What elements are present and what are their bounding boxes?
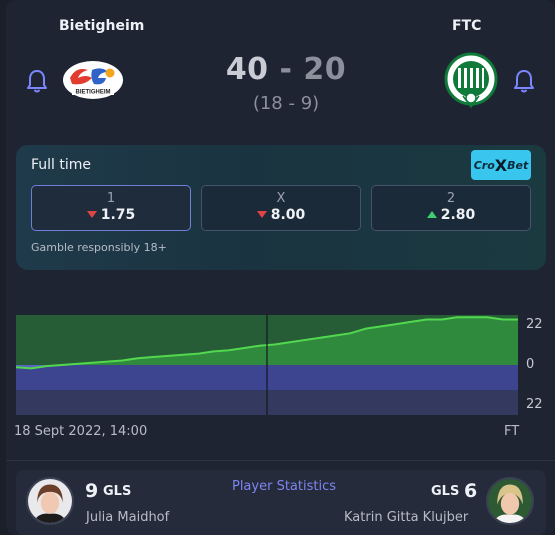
trend-down-icon (256, 211, 267, 218)
odds-label: 1 (106, 191, 116, 206)
home-goals-label: GLS (103, 484, 132, 499)
odds-value: 8.00 (270, 207, 306, 223)
momentum-chart (16, 315, 518, 415)
chart-end-label: FT (504, 424, 520, 439)
sg-bietigheim-logo: BIETIGHEIM (63, 61, 123, 99)
away-player-name: Katrin Gitta Klujber (344, 510, 469, 525)
divider (6, 460, 555, 461)
crobet-logo[interactable]: Cro X Bet (471, 150, 531, 180)
bell-icon[interactable] (512, 68, 536, 94)
home-player-avatar[interactable] (26, 477, 74, 525)
player-statistics-link[interactable]: Player Statistics (224, 479, 344, 494)
odds-option-away[interactable]: 2 2.80 (371, 185, 531, 231)
y-tick-bottom: 22 (526, 397, 543, 412)
odds-value: 2.80 (440, 207, 476, 223)
y-tick-middle: 0 (526, 357, 535, 372)
away-team-name: FTC (452, 18, 482, 34)
trend-down-icon (86, 211, 97, 218)
brand-x: X (494, 155, 508, 175)
away-score: 20 (303, 52, 347, 87)
brand-post: Bet (507, 158, 529, 172)
odds-label: 2 (446, 191, 456, 206)
gamble-responsibly-note: Gamble responsibly 18+ (31, 241, 167, 254)
odds-option-home[interactable]: 1 1.75 (31, 185, 191, 231)
odds-label: X (276, 191, 286, 206)
away-player-goals: 6 (464, 480, 478, 502)
odds-value-row: 8.00 (202, 207, 360, 223)
away-player-avatar[interactable] (486, 477, 534, 525)
away-goals-label: GLS (431, 484, 460, 499)
score-separator: - (279, 52, 293, 87)
bell-icon[interactable] (25, 68, 49, 94)
halftime-score: (18 - 9) (252, 93, 320, 114)
odds-option-draw[interactable]: X 8.00 (201, 185, 361, 231)
match-score: 40 - 20 (186, 52, 386, 87)
home-team-name: Bietigheim (59, 18, 145, 34)
match-card: Bietigheim FTC BIETIGHEIM 40 - 20 (18 - … (6, 0, 555, 535)
odds-title: Full time (31, 157, 92, 173)
odds-value-row: 2.80 (372, 207, 530, 223)
odds-value-row: 1.75 (32, 207, 190, 223)
chart-start-label: 18 Sept 2022, 14:00 (14, 424, 148, 439)
home-player-name: Julia Maidhof (86, 510, 170, 525)
y-tick-top: 22 (526, 317, 543, 332)
home-score: 40 (225, 52, 269, 87)
brand-pre: Cro (473, 158, 495, 172)
trend-up-icon (426, 211, 437, 218)
home-logo-text: BIETIGHEIM (75, 90, 110, 96)
home-player-goals: 9 (85, 480, 99, 502)
ftc-crest-logo (444, 52, 498, 109)
odds-value: 1.75 (100, 207, 136, 223)
